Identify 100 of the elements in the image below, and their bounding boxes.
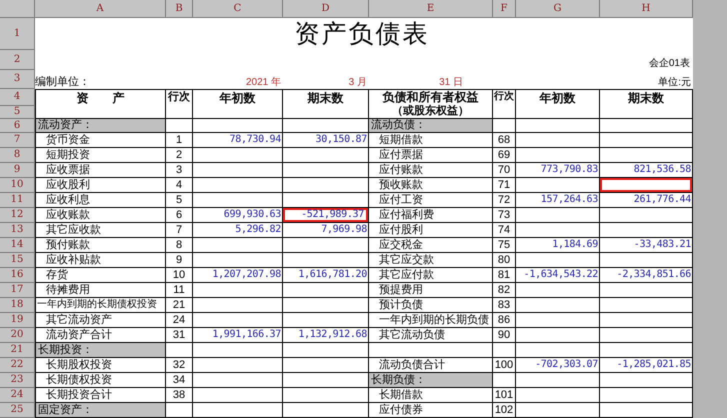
row-header[interactable]: 19: [0, 313, 35, 328]
item-cell: 应收账款: [35, 208, 166, 223]
line-number-cell: 6: [166, 208, 193, 223]
line-number-cell: 72: [493, 193, 516, 208]
unit-label: 单位:元: [658, 76, 691, 89]
item-cell: 应收补贴款: [35, 253, 166, 268]
line-number-cell: 4: [166, 178, 193, 193]
row-header[interactable]: 13: [0, 223, 35, 238]
item-cell: 应付股利: [369, 223, 493, 238]
amount-cell: 1,184.69: [516, 238, 600, 253]
table-cell: [493, 119, 516, 133]
row-header[interactable]: 15: [0, 253, 35, 268]
column-heading: 负债和所有者权益: [382, 90, 478, 104]
item-cell: 短期借款: [369, 133, 493, 148]
section-cell: 长期负债：: [369, 373, 493, 388]
item-cell: 其它流动负债: [369, 328, 493, 343]
line-number-cell: 68: [493, 133, 516, 148]
row-header[interactable]: 24: [0, 388, 35, 403]
row-header[interactable]: 11: [0, 193, 35, 208]
column-heading: 年初数: [516, 89, 600, 119]
highlighted-cell: -521,989.37: [283, 208, 369, 223]
line-number-cell: 24: [166, 313, 193, 328]
row-header[interactable]: 3: [0, 70, 35, 89]
column-header[interactable]: A: [35, 0, 166, 18]
item-cell: 应付债券: [369, 403, 493, 418]
line-number-cell: 8: [166, 238, 193, 253]
row-header[interactable]: 2: [0, 50, 35, 70]
amount-cell: 157,264.63: [516, 193, 600, 208]
line-number-cell: 2: [166, 148, 193, 163]
line-number-cell: 81: [493, 268, 516, 283]
preparer-label: 编制单位：: [35, 75, 90, 89]
item-cell: 应付票据: [369, 148, 493, 163]
row-header[interactable]: 7: [0, 133, 35, 148]
column-heading: 行次: [166, 89, 193, 119]
amount-cell: -1,634,543.22: [516, 268, 600, 283]
corner-cell[interactable]: [0, 0, 35, 18]
item-cell: 其它应交款: [369, 253, 493, 268]
table-cell: [493, 343, 516, 358]
column-heading-note: （或股东权益）: [392, 104, 469, 118]
line-number-cell: 74: [493, 223, 516, 238]
row-header[interactable]: 6: [0, 119, 35, 133]
row-header[interactable]: 22: [0, 358, 35, 373]
section-cell: 流动负债：: [369, 119, 493, 133]
line-number-cell: 70: [493, 163, 516, 178]
item-cell: 应收股利: [35, 178, 166, 193]
amount-cell: 78,730.94: [193, 133, 283, 148]
section-cell: 固定资产：: [35, 403, 166, 418]
item-cell: 一年内到期的长期债权投资: [35, 298, 166, 313]
amount-cell: 1,132,912.68: [283, 328, 369, 343]
line-number-cell: 90: [493, 328, 516, 343]
row-header[interactable]: 9: [0, 163, 35, 178]
item-cell: 应付福利费: [369, 208, 493, 223]
column-header[interactable]: H: [600, 0, 693, 18]
item-cell: 短期投资: [35, 148, 166, 163]
column-header[interactable]: E: [369, 0, 493, 18]
column-heading: 行次: [493, 89, 516, 119]
table-cell: [493, 373, 516, 388]
item-cell: 存货: [35, 268, 166, 283]
row-header[interactable]: 10: [0, 178, 35, 193]
row-header[interactable]: 16: [0, 268, 35, 283]
line-number-cell: 11: [166, 283, 193, 298]
item-cell: 其它应付款: [369, 268, 493, 283]
item-cell: 长期股权投资: [35, 358, 166, 373]
column-header[interactable]: C: [193, 0, 283, 18]
amount-cell: 7,969.98: [283, 223, 369, 238]
form-code: 会企01表: [648, 57, 690, 70]
item-cell: 待摊费用: [35, 283, 166, 298]
line-number-cell: 7: [166, 223, 193, 238]
line-number-cell: 100: [493, 358, 516, 373]
column-header[interactable]: D: [283, 0, 369, 18]
row-header[interactable]: 4: [0, 89, 35, 106]
line-number-cell: 10: [166, 268, 193, 283]
column-header[interactable]: G: [516, 0, 600, 18]
row-header[interactable]: 14: [0, 238, 35, 253]
table-cell: [166, 343, 193, 358]
column-heading: 年初数: [193, 89, 283, 119]
line-number-cell: 86: [493, 313, 516, 328]
row-header[interactable]: 23: [0, 373, 35, 388]
column-header[interactable]: F: [493, 0, 516, 18]
line-number-cell: 21: [166, 298, 193, 313]
line-number-cell: 101: [493, 388, 516, 403]
row-header[interactable]: 18: [0, 298, 35, 313]
item-cell: 长期借款: [369, 388, 493, 403]
row-header[interactable]: 21: [0, 343, 35, 358]
row-header[interactable]: 17: [0, 283, 35, 298]
amount-cell: 5,296.82: [193, 223, 283, 238]
row-header[interactable]: 12: [0, 208, 35, 223]
column-header[interactable]: B: [166, 0, 193, 18]
line-number-cell: 71: [493, 178, 516, 193]
row-header[interactable]: 8: [0, 148, 35, 163]
line-number-cell: 1: [166, 133, 193, 148]
date-year: 2021 年: [246, 77, 281, 89]
line-number-cell: 82: [493, 283, 516, 298]
amount-cell: 30,150.87: [283, 133, 369, 148]
row-header[interactable]: 5: [0, 106, 35, 119]
row-header[interactable]: 20: [0, 328, 35, 343]
line-number-cell: 34: [166, 373, 193, 388]
date-day: 31 日: [439, 77, 463, 89]
row-header[interactable]: 25: [0, 403, 35, 418]
row-header[interactable]: 1: [0, 18, 35, 50]
